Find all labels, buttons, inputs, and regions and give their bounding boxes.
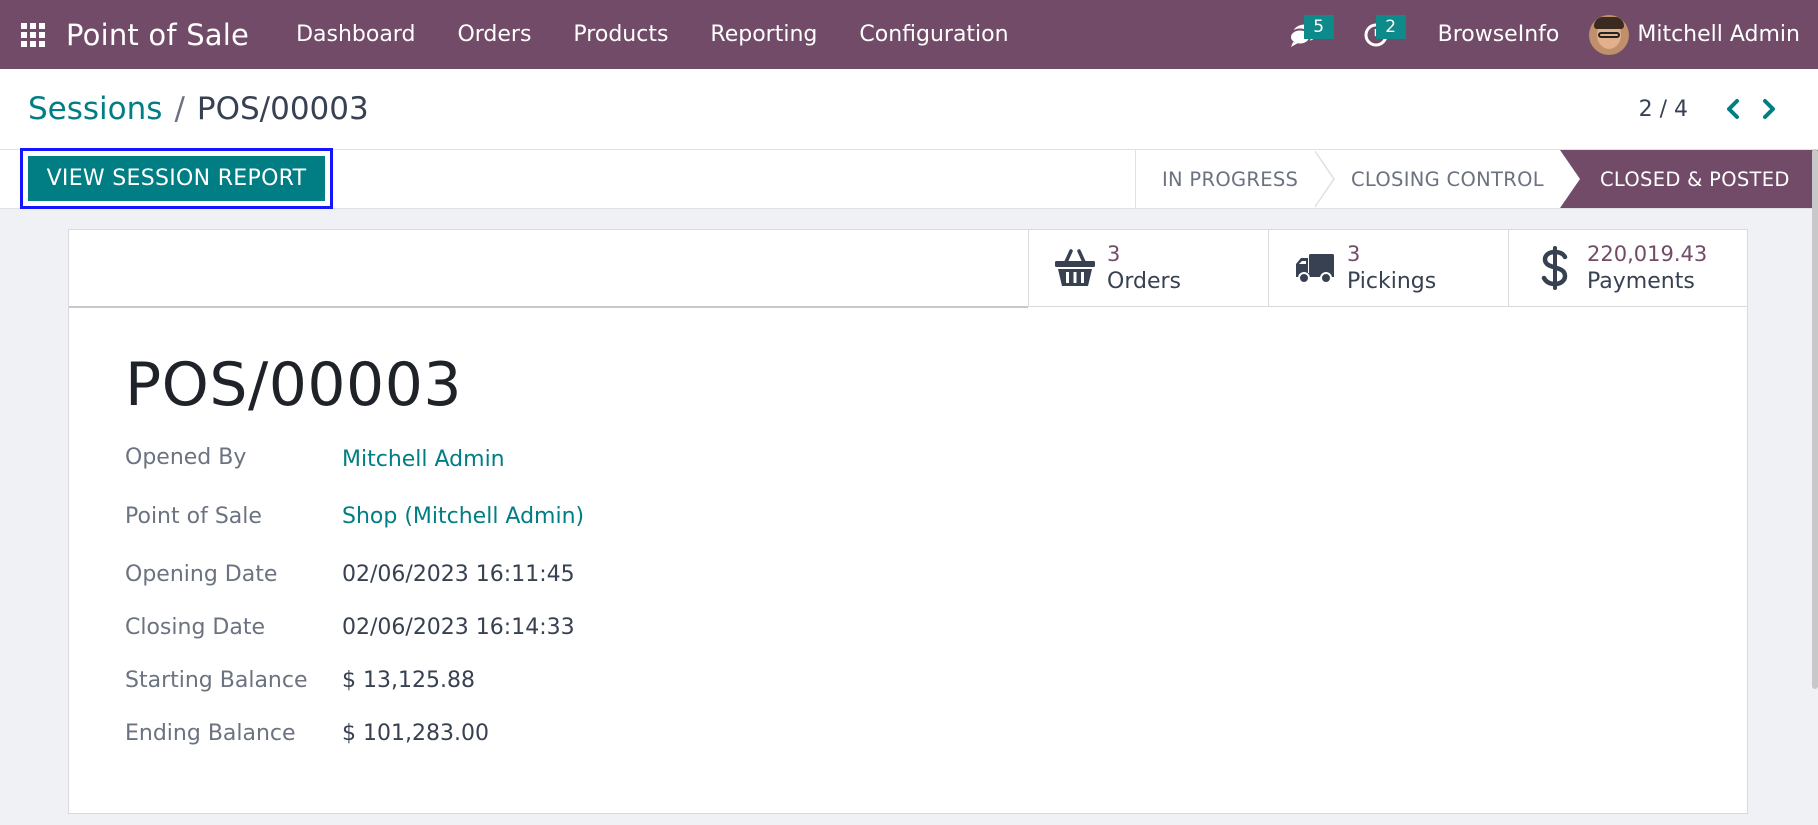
field-ending-balance: Ending Balance $ 101,283.00 (125, 721, 489, 746)
menu-dashboard[interactable]: Dashboard (275, 0, 436, 69)
pager-next-button[interactable] (1754, 94, 1784, 124)
breadcrumb-sessions-link[interactable]: Sessions (28, 91, 162, 127)
opened-by-link[interactable]: Mitchell Admin (342, 447, 505, 472)
menu-orders[interactable]: Orders (436, 0, 552, 69)
field-point-of-sale: Point of Sale Shop (Mitchell Admin) (125, 504, 584, 529)
payments-smart-button[interactable]: 220,019.43 Payments (1508, 230, 1748, 306)
pager: 2 / 4 (1639, 94, 1784, 124)
breadcrumb: Sessions / POS/00003 2 / 4 (0, 69, 1818, 149)
field-starting-balance: Starting Balance $ 13,125.88 (125, 668, 475, 693)
status-bar: IN PROGRESS CLOSING CONTROL CLOSED & POS… (1135, 150, 1818, 208)
menu-products[interactable]: Products (552, 0, 689, 69)
orders-label: Orders (1107, 268, 1181, 294)
field-label: Point of Sale (125, 504, 262, 529)
pickings-smart-button[interactable]: 3 Pickings (1268, 230, 1508, 306)
field-label: Opened By (125, 445, 247, 470)
messages-count-badge: 5 (1303, 15, 1334, 39)
ending-balance-value: $ 101,283.00 (342, 721, 489, 746)
breadcrumb-separator: / (174, 91, 185, 127)
company-switcher[interactable]: BrowseInfo (1438, 22, 1560, 47)
chevron-right-icon (1763, 99, 1775, 119)
pager-previous-button[interactable] (1718, 94, 1748, 124)
stage-closing-control-label: CLOSING CONTROL (1351, 167, 1544, 191)
user-menu[interactable]: Mitchell Admin (1637, 22, 1800, 47)
field-opened-by: Opened By Mitchell Admin (125, 445, 505, 472)
stage-closed-posted[interactable]: CLOSED & POSTED (1560, 150, 1818, 208)
dollar-icon (1541, 246, 1568, 290)
chevron-left-icon (1727, 99, 1739, 119)
record-title: POS/00003 (125, 350, 463, 420)
activities-button[interactable]: 2 (1346, 0, 1406, 69)
field-label: Closing Date (125, 615, 265, 640)
field-label: Starting Balance (125, 668, 308, 693)
pickings-count: 3 (1347, 241, 1361, 266)
orders-smart-button[interactable]: 3 Orders (1028, 230, 1268, 306)
menu-reporting[interactable]: Reporting (689, 0, 838, 69)
starting-balance-value: $ 13,125.88 (342, 668, 475, 693)
top-navbar: Point of Sale Dashboard Orders Products … (0, 0, 1818, 69)
view-session-report-label: VIEW SESSION REPORT (28, 156, 325, 201)
apps-menu-icon[interactable] (0, 0, 66, 69)
opening-date-value: 02/06/2023 16:11:45 (342, 562, 575, 587)
stage-in-progress[interactable]: IN PROGRESS (1135, 150, 1335, 208)
user-avatar[interactable] (1589, 14, 1630, 55)
orders-count: 3 (1107, 241, 1121, 266)
page-scrollbar[interactable] (1812, 149, 1818, 689)
activities-count-badge: 2 (1375, 15, 1406, 39)
app-name[interactable]: Point of Sale (66, 18, 249, 52)
view-session-report-button[interactable]: VIEW SESSION REPORT (20, 148, 333, 209)
stage-closed-posted-label: CLOSED & POSTED (1600, 167, 1790, 191)
closing-date-value: 02/06/2023 16:14:33 (342, 615, 575, 640)
field-closing-date: Closing Date 02/06/2023 16:14:33 (125, 615, 575, 640)
menu-configuration[interactable]: Configuration (838, 0, 1029, 69)
stage-in-progress-label: IN PROGRESS (1162, 167, 1299, 191)
messages-button[interactable]: 5 (1274, 0, 1334, 69)
pickings-label: Pickings (1347, 268, 1437, 294)
field-label: Opening Date (125, 562, 278, 587)
smart-button-box: 3 Orders 3 Pickings 220,019.43 Payments (69, 230, 1748, 308)
form-sheet: 3 Orders 3 Pickings 220,019.43 Payments … (68, 229, 1748, 814)
pager-value[interactable]: 2 / 4 (1639, 97, 1688, 122)
field-label: Ending Balance (125, 721, 296, 746)
payments-label: Payments (1587, 268, 1695, 294)
basket-icon (1055, 249, 1095, 286)
field-opening-date: Opening Date 02/06/2023 16:11:45 (125, 562, 575, 587)
breadcrumb-current: POS/00003 (196, 91, 369, 127)
payments-total: 220,019.43 (1587, 241, 1708, 266)
stage-closing-control[interactable]: CLOSING CONTROL (1315, 150, 1560, 208)
point-of-sale-link[interactable]: Shop (Mitchell Admin) (342, 504, 584, 529)
truck-icon (1296, 254, 1334, 284)
